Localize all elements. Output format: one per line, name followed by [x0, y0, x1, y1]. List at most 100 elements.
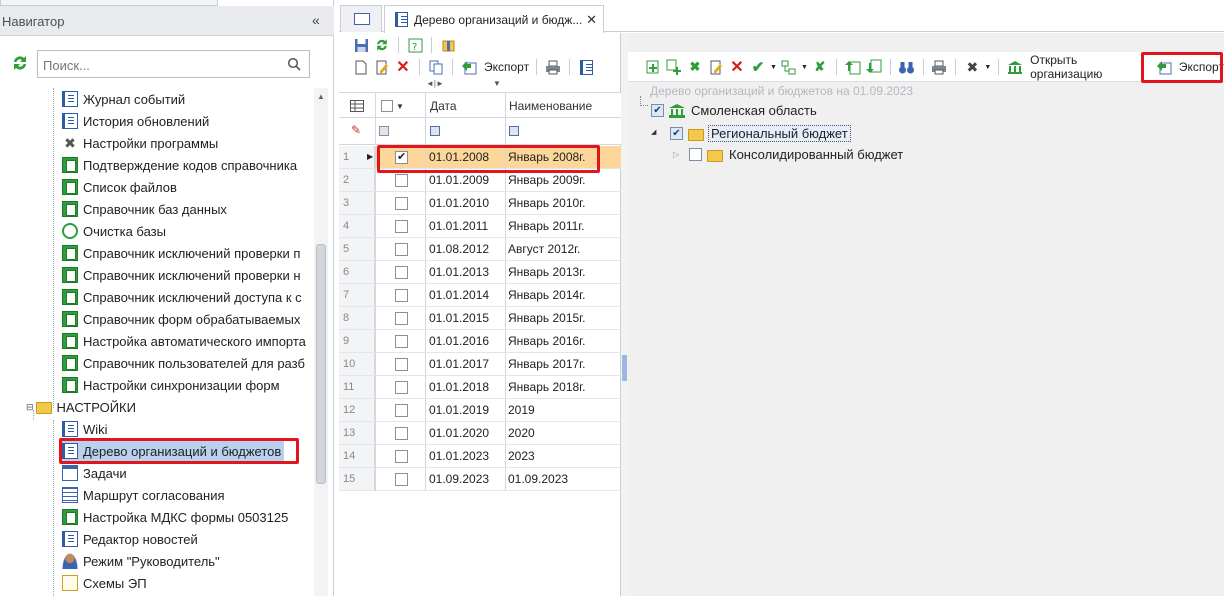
book-icon[interactable] — [577, 58, 595, 76]
settings-tools-icon[interactable]: ✖ — [963, 58, 981, 76]
table-row[interactable]: 15 01.09.2023 01.09.2023 — [339, 468, 621, 491]
nav-item-code-confirmation[interactable]: Подтверждение кодов справочника — [62, 154, 297, 176]
scroll-up-arrow-icon[interactable]: ▲ — [314, 90, 328, 104]
table-row[interactable]: 14 01.01.2023 2023 — [339, 445, 621, 468]
row-checkbox[interactable] — [395, 220, 408, 233]
table-row[interactable]: 5 01.08.2012 Август 2012г. — [339, 238, 621, 261]
table-row[interactable]: 12 01.01.2019 2019 — [339, 399, 621, 422]
tab-org-tree[interactable]: Дерево организаций и бюдж... ✕ — [384, 5, 604, 33]
org-node-smolensk[interactable]: ✔ Смоленская область — [651, 103, 817, 118]
delete-icon[interactable]: ✕ — [728, 58, 746, 76]
export-button[interactable]: Экспорт — [484, 60, 529, 74]
nav-item-auto-import[interactable]: Настройка автоматического импорта — [62, 330, 306, 352]
row-checkbox[interactable] — [395, 473, 408, 486]
nav-item-manager-mode[interactable]: Режим "Руководитель" — [62, 550, 220, 572]
nav-item-news-editor[interactable]: Редактор новостей — [62, 528, 198, 550]
column-chooser-icon[interactable] — [339, 93, 375, 119]
column-header-date[interactable]: Дата — [425, 93, 505, 119]
nav-item-forms-directory[interactable]: Справочник форм обрабатываемых — [62, 308, 300, 330]
move-down-icon[interactable] — [865, 58, 883, 76]
nav-item-db-cleanup[interactable]: Очистка базы — [62, 220, 166, 242]
excel-icon[interactable]: ✖ — [686, 58, 704, 76]
nav-item-mdks-settings[interactable]: Настройка МДКС формы 0503125 — [62, 506, 288, 528]
nav-item-access-exceptions[interactable]: Справочник исключений доступа к с — [62, 286, 302, 308]
refresh-icon[interactable] — [373, 36, 391, 54]
row-checkbox[interactable] — [395, 404, 408, 417]
search-input[interactable] — [43, 56, 283, 74]
refresh-icon[interactable] — [10, 53, 30, 73]
export-button-right[interactable]: Экспорт — [1179, 60, 1224, 74]
column-header-name[interactable]: Наименование — [505, 93, 621, 119]
table-row[interactable]: 6 01.01.2013 Январь 2013г. — [339, 261, 621, 284]
uncheck-icon[interactable]: ✘ — [811, 58, 829, 76]
nav-scrollbar-thumb[interactable] — [316, 244, 326, 484]
table-row[interactable]: 7 01.01.2014 Январь 2014г. — [339, 284, 621, 307]
nav-item-exceptions-2[interactable]: Справочник исключений проверки н — [62, 264, 301, 286]
add-org-icon[interactable] — [644, 58, 662, 76]
row-checkbox[interactable] — [395, 312, 408, 325]
help-icon[interactable]: ? — [406, 36, 424, 54]
table-row[interactable]: 10 01.01.2017 Январь 2017г. — [339, 353, 621, 376]
row-checkbox[interactable]: ✔ — [395, 151, 408, 164]
binoculars-icon[interactable] — [898, 58, 916, 76]
nav-item-org-tree[interactable]: Дерево организаций и бюджетов — [62, 440, 285, 462]
search-icon[interactable] — [287, 57, 301, 71]
filter-name-icon[interactable] — [509, 126, 519, 136]
table-row[interactable]: 8 01.01.2015 Январь 2015г. — [339, 307, 621, 330]
table-row[interactable]: 9 01.01.2016 Январь 2016г. — [339, 330, 621, 353]
row-checkbox[interactable] — [395, 450, 408, 463]
row-checkbox[interactable] — [395, 243, 408, 256]
copy-icon[interactable] — [427, 58, 445, 76]
pin-icon[interactable]: ✎ — [351, 123, 361, 137]
checkbox-checked[interactable]: ✔ — [670, 127, 683, 140]
nav-item-program-settings[interactable]: ✖ Настройки программы — [62, 132, 218, 154]
nav-item-db-directory[interactable]: Справочник баз данных — [62, 198, 227, 220]
nav-item-file-list[interactable]: Список файлов — [62, 176, 177, 198]
org-node-regional-budget[interactable]: ✔ Региональный бюджет — [670, 125, 851, 142]
row-checkbox[interactable] — [395, 266, 408, 279]
nav-item-users-directory[interactable]: Справочник пользователей для разб — [62, 352, 305, 374]
splitter-grip[interactable] — [622, 355, 627, 381]
nav-item-wiki[interactable]: Wiki — [62, 418, 108, 440]
nav-item-event-log[interactable]: Журнал событий — [62, 88, 185, 110]
nav-item-exceptions-1[interactable]: Справочник исключений проверки п — [62, 242, 300, 264]
edit-icon[interactable] — [707, 58, 725, 76]
table-row[interactable]: 1 ▶ ✔ 01.01.2008 Январь 2008г. — [339, 146, 621, 169]
checkbox-unchecked[interactable] — [689, 148, 702, 161]
nav-folder-settings[interactable]: ⊟ НАСТРОЙКИ — [26, 396, 136, 418]
delete-icon[interactable]: ✕ — [394, 58, 412, 76]
check-icon[interactable]: ✔ — [749, 58, 767, 76]
print-icon[interactable] — [930, 58, 948, 76]
panel-splitter[interactable] — [621, 33, 628, 596]
row-checkbox[interactable] — [395, 289, 408, 302]
nav-item-tasks[interactable]: Задачи — [62, 462, 127, 484]
edit-icon[interactable] — [373, 58, 391, 76]
close-tab-icon[interactable]: ✕ — [586, 12, 597, 28]
row-checkbox[interactable] — [395, 427, 408, 440]
row-checkbox[interactable] — [395, 358, 408, 371]
print-icon[interactable] — [544, 58, 562, 76]
open-organization-button[interactable]: Открыть организацию — [1030, 53, 1136, 81]
collapse-navigator-button[interactable]: « — [312, 12, 328, 30]
org-node-consolidated-budget[interactable]: Консолидированный бюджет — [689, 147, 903, 162]
tab-start[interactable] — [340, 5, 382, 32]
table-row[interactable]: 11 01.01.2018 Январь 2018г. — [339, 376, 621, 399]
table-row[interactable]: 3 01.01.2010 Январь 2010г. — [339, 192, 621, 215]
package-icon[interactable] — [439, 36, 457, 54]
row-checkbox[interactable] — [395, 174, 408, 187]
collapse-arrow-icon[interactable]: ▷ — [673, 150, 679, 159]
expand-arrow-icon[interactable]: ◢ — [651, 128, 656, 136]
nav-item-form-sync[interactable]: Настройки синхронизации форм — [62, 374, 280, 396]
row-checkbox[interactable] — [395, 335, 408, 348]
nav-item-update-history[interactable]: История обновлений — [62, 110, 209, 132]
table-row[interactable]: 13 01.01.2020 2020 — [339, 422, 621, 445]
filter-checkbox-icon[interactable] — [379, 126, 389, 136]
move-up-icon[interactable] — [844, 58, 862, 76]
filter-date-icon[interactable] — [430, 126, 440, 136]
tree-tools-icon[interactable] — [780, 58, 798, 76]
export-icon[interactable] — [1155, 58, 1173, 76]
export-icon[interactable] — [460, 58, 478, 76]
nav-item-ep-schemes[interactable]: Схемы ЭП — [62, 572, 147, 594]
row-checkbox[interactable] — [395, 381, 408, 394]
row-checkbox[interactable] — [395, 197, 408, 210]
